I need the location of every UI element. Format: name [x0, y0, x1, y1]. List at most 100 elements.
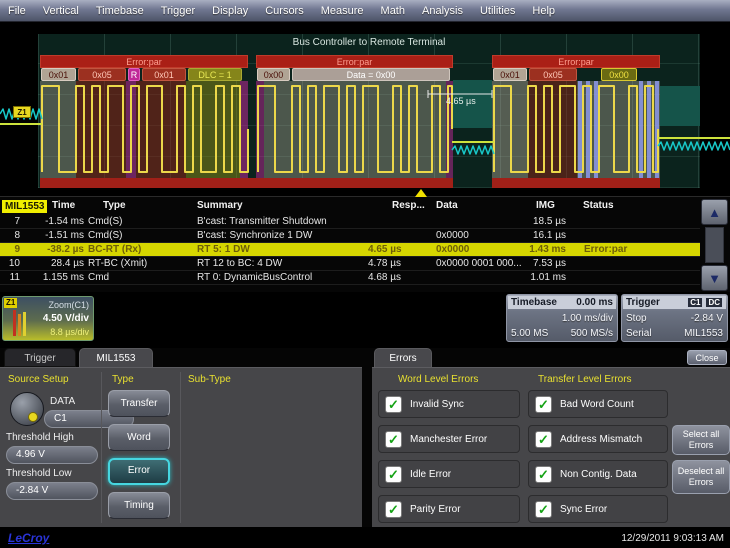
checkbox-checked-icon[interactable]: ✓: [535, 466, 552, 483]
checkbox-checked-icon[interactable]: ✓: [535, 396, 552, 413]
row-status: [548, 271, 698, 285]
threshold-high-field[interactable]: 4.96 V: [6, 446, 98, 464]
knob-indicator-icon: [28, 412, 38, 422]
table-row[interactable]: 10 28.4 µs RT-BC (Xmit) RT 12 to BC: 4 D…: [0, 257, 700, 271]
tab-errors[interactable]: Errors: [374, 348, 432, 367]
menu-item-file[interactable]: File: [8, 5, 26, 17]
row-type: Cmd(S): [88, 215, 194, 229]
checkbox-label: Parity Error: [410, 504, 461, 515]
checkbox-checked-icon[interactable]: ✓: [385, 396, 402, 413]
decode-field: 0x05: [529, 68, 577, 81]
checkbox-checked-icon[interactable]: ✓: [385, 466, 402, 483]
oscilloscope-screen: File Vertical Timebase Trigger Display C…: [0, 0, 730, 548]
row-summary: RT 5: 1 DW: [197, 243, 367, 257]
error-checkbox-parity[interactable]: ✓ Parity Error: [378, 495, 520, 523]
menu-item-analysis[interactable]: Analysis: [422, 5, 463, 17]
trigger-position-icon[interactable]: [415, 189, 427, 197]
tab-trigger[interactable]: Trigger: [4, 348, 76, 367]
status-bar: LeCroy 12/29/2011 9:03:13 AM: [0, 527, 730, 548]
decode-field: R: [128, 68, 140, 81]
menu-item-math[interactable]: Math: [381, 5, 405, 17]
column-header-img: IMG: [536, 200, 555, 213]
menu-item-cursors[interactable]: Cursors: [265, 5, 304, 17]
checkbox-checked-icon[interactable]: ✓: [535, 431, 552, 448]
row-type: Cmd(S): [88, 229, 194, 243]
gap-time-label: 4.65 µs: [446, 96, 476, 106]
transfer-errors-heading: Transfer Level Errors: [538, 374, 632, 385]
checkbox-checked-icon[interactable]: ✓: [385, 501, 402, 518]
menu-item-trigger[interactable]: Trigger: [161, 5, 195, 17]
threshold-high-label: Threshold High: [6, 432, 74, 443]
threshold-low-label: Threshold Low: [6, 468, 72, 479]
row-index: 7: [0, 215, 20, 229]
row-status: [548, 215, 698, 229]
type-button-transfer[interactable]: Transfer: [108, 390, 170, 417]
menu-item-utilities[interactable]: Utilities: [480, 5, 515, 17]
row-status: [548, 257, 698, 271]
error-checkbox-bad-word-count[interactable]: ✓ Bad Word Count: [528, 390, 668, 418]
zoom-tdiv-value: 8.8 µs/div: [50, 327, 89, 337]
type-button-word[interactable]: Word: [108, 424, 170, 451]
type-heading: Type: [112, 374, 134, 385]
row-resp: [368, 229, 432, 243]
decode-field: Data = 0x00: [292, 68, 450, 81]
decode-field: 0x01: [142, 68, 186, 81]
checkbox-checked-icon[interactable]: ✓: [535, 501, 552, 518]
table-scrollbar[interactable]: ▲ ▼: [701, 199, 728, 291]
checkbox-label: Non Contig. Data: [560, 469, 637, 480]
checkbox-checked-icon[interactable]: ✓: [385, 431, 402, 448]
decode-table: MIL1553 Time Type Summary Resp... Data I…: [0, 196, 730, 292]
error-checkbox-invalid-sync[interactable]: ✓ Invalid Sync: [378, 390, 520, 418]
tab-mil1553[interactable]: MIL1553: [79, 348, 153, 367]
threshold-knob[interactable]: [10, 392, 44, 426]
deselect-all-errors-button[interactable]: Deselect all Errors: [672, 460, 730, 494]
row-index: 8: [0, 229, 20, 243]
checkbox-label: Address Mismatch: [560, 434, 642, 445]
table-row[interactable]: 7 -1.54 ms Cmd(S) B'cast: Transmitter Sh…: [0, 215, 700, 229]
table-protocol-label: MIL1553: [2, 200, 47, 213]
type-button-timing[interactable]: Timing: [108, 492, 170, 519]
menu-item-help[interactable]: Help: [532, 5, 555, 17]
zoom-descriptor[interactable]: Z1 Zoom(C1) 4.50 V/div 8.8 µs/div: [2, 296, 94, 341]
row-resp: [368, 215, 432, 229]
decode-field: DLC = 1: [188, 68, 242, 81]
threshold-low-field[interactable]: -2.84 V: [6, 482, 98, 500]
menu-item-timebase[interactable]: Timebase: [96, 5, 144, 17]
row-index: 9: [0, 243, 20, 257]
column-header-status: Status: [583, 200, 614, 213]
descriptor-row: Z1 Zoom(C1) 4.50 V/div 8.8 µs/div Timeba…: [0, 292, 730, 348]
setup-dialog: Trigger MIL1553 Errors Close Source Setu…: [0, 348, 730, 527]
source-setup-heading: Source Setup: [8, 374, 69, 385]
error-checkbox-idle[interactable]: ✓ Idle Error: [378, 460, 520, 488]
row-summary: B'cast: Synchronize 1 DW: [197, 229, 367, 243]
scroll-down-icon[interactable]: ▼: [701, 265, 728, 291]
timebase-descriptor[interactable]: Timebase 0.00 ms 1.00 ms/div 5.00 MS 500…: [506, 294, 618, 342]
thumbnail-bar: [18, 314, 21, 336]
error-checkbox-address-mismatch[interactable]: ✓ Address Mismatch: [528, 425, 668, 453]
menu-item-measure[interactable]: Measure: [321, 5, 364, 17]
scroll-track[interactable]: [705, 227, 724, 263]
scroll-up-icon[interactable]: ▲: [701, 199, 728, 225]
timebase-rate: 500 MS/s: [571, 328, 613, 339]
menu-item-display[interactable]: Display: [212, 5, 248, 17]
table-row[interactable]: 8 -1.51 ms Cmd(S) B'cast: Synchronize 1 …: [0, 229, 700, 243]
error-checkbox-sync-error[interactable]: ✓ Sync Error: [528, 495, 668, 523]
close-button[interactable]: Close: [687, 350, 727, 365]
decode-field: 0x00: [257, 68, 290, 81]
column-header-type: Type: [103, 200, 126, 213]
zoom-vdiv-value: 4.50 V/div: [43, 313, 89, 324]
row-resp: 4.78 µs: [368, 257, 432, 271]
error-checkbox-manchester[interactable]: ✓ Manchester Error: [378, 425, 520, 453]
column-header-data: Data: [436, 200, 458, 213]
column-header-resp: Resp...: [392, 200, 425, 213]
type-button-error[interactable]: Error: [108, 458, 170, 485]
table-row-selected[interactable]: 9 -38.2 µs BC-RT (Rx) RT 5: 1 DW 4.65 µs…: [0, 243, 700, 257]
row-type: BC-RT (Rx): [88, 243, 194, 257]
error-checkbox-non-contig-data[interactable]: ✓ Non Contig. Data: [528, 460, 668, 488]
select-all-errors-button[interactable]: Select all Errors: [672, 425, 730, 455]
menu-item-vertical[interactable]: Vertical: [43, 5, 79, 17]
row-time: -1.51 ms: [24, 229, 84, 243]
trigger-descriptor[interactable]: Trigger C1 DC Stop -2.84 V Serial MIL155…: [621, 294, 728, 342]
zoom-trace-tag[interactable]: Z1: [13, 106, 31, 118]
table-row[interactable]: 11 1.155 ms Cmd RT 0: DynamicBusControl …: [0, 271, 700, 285]
